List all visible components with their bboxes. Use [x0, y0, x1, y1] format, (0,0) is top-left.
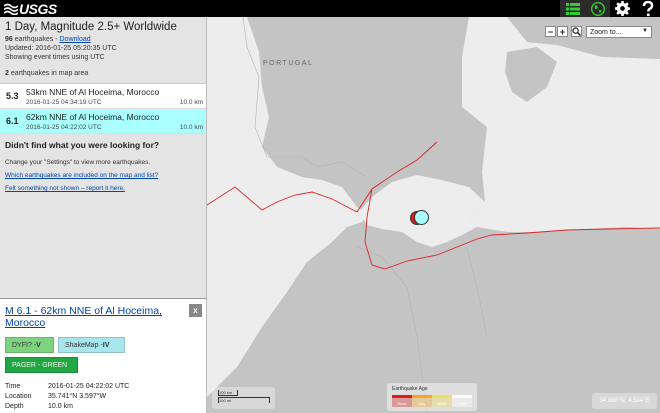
- pager-badge[interactable]: PAGER - GREEN: [5, 357, 78, 373]
- map-area-count-suffix: earthquakes in map area: [8, 70, 89, 77]
- earthquake-age-legend: Earthquake Age Hour Day Week Older: [387, 383, 477, 411]
- list-view-button[interactable]: [560, 0, 585, 17]
- settings-note: Change your "Settings" to view more eart…: [5, 159, 151, 166]
- dyfi-label: DYFI? -: [12, 341, 37, 349]
- scale-km: 100 km: [218, 390, 238, 396]
- event-time: 2016-01-25 04:34:19 UTC: [26, 99, 102, 106]
- dyfi-badge[interactable]: DYFI? - V: [5, 337, 54, 353]
- cursor-coordinates: 34.888°N, 4.504°E: [592, 393, 657, 409]
- feed-title: 1 Day, Magnitude 2.5+ Worldwide: [5, 21, 177, 33]
- report-felt-link[interactable]: Felt something not shown – report it her…: [5, 185, 201, 192]
- usgs-logo[interactable]: USGS: [4, 0, 57, 17]
- top-bar: USGS: [0, 0, 660, 17]
- magnitude: 5.3: [6, 91, 19, 101]
- legend-hour: Hour: [392, 395, 412, 407]
- earthquake-list: 5.3 53km NNE of Al Hoceima, Morocco 2016…: [0, 83, 206, 134]
- zoom-search-button[interactable]: [571, 26, 582, 37]
- detail-location-row: Location 35.741°N 3.597°W: [5, 393, 106, 400]
- country-label: PORTUGAL: [263, 60, 314, 67]
- help-icon: [642, 0, 653, 16]
- basemap: [207, 17, 660, 413]
- feed-meta: 96 earthquakes - Download Updated: 2016-…: [5, 35, 201, 62]
- earthquake-count: 96: [5, 36, 13, 43]
- zoom-in-button[interactable]: +: [557, 26, 568, 37]
- legend-week: Week: [432, 395, 452, 407]
- help-button[interactable]: [635, 0, 660, 17]
- earthquake-list-panel: 1 Day, Magnitude 2.5+ Worldwide 96 earth…: [0, 17, 207, 298]
- pager-label: PAGER - GREEN: [12, 361, 68, 369]
- detail-title-link[interactable]: M 6.1 - 62km NNE of Al Hoceima, Morocco: [5, 305, 180, 329]
- usgs-waves-icon: [4, 3, 18, 15]
- location-key: Location: [5, 393, 32, 400]
- chevron-down-icon: ▼: [642, 28, 648, 34]
- zoom-out-button[interactable]: −: [545, 26, 556, 37]
- dyfi-value: V: [36, 341, 41, 349]
- event-time: 2016-01-25 04:22:02 UTC: [26, 124, 102, 131]
- shakemap-badge[interactable]: ShakeMap - IV: [58, 337, 125, 353]
- scale-bar: 100 km 100 mi: [212, 387, 275, 409]
- search-icon: [572, 27, 581, 36]
- globe-icon: [590, 1, 605, 16]
- download-link[interactable]: Download: [60, 36, 91, 43]
- zoom-to-value: Zoom to...: [590, 28, 622, 36]
- scale-mi: 100 mi: [218, 397, 270, 403]
- place: 62km NNE of Al Hoceima, Morocco: [26, 112, 160, 122]
- legend-title: Earthquake Age: [392, 386, 428, 392]
- map-area-count: 2 earthquakes in map area: [5, 70, 201, 77]
- list-icon: [565, 2, 580, 15]
- time-value: 2016-01-25 04:22:02 UTC: [48, 383, 130, 390]
- shakemap-label: ShakeMap -: [65, 341, 103, 349]
- depth-key: Depth: [5, 403, 24, 410]
- depth-value: 10.0 km: [48, 403, 73, 410]
- gear-icon: [615, 1, 630, 16]
- included-earthquakes-link[interactable]: Which earthquakes are included on the ma…: [5, 172, 201, 179]
- event-depth: 10.0 km: [179, 124, 203, 131]
- close-button[interactable]: x: [189, 304, 202, 317]
- place: 53km NNE of Al Hoceima, Morocco: [26, 87, 160, 97]
- earthquake-marker-selected[interactable]: [414, 210, 429, 225]
- logo-text: USGS: [19, 0, 57, 17]
- legend-day: Day: [412, 395, 432, 407]
- zoom-to-select[interactable]: Zoom to... ▼: [586, 26, 652, 38]
- time-key: Time: [5, 383, 21, 390]
- shakemap-value: IV: [102, 341, 110, 349]
- earthquake-detail-panel: M 6.1 - 62km NNE of Al Hoceima, Morocco …: [0, 298, 207, 413]
- settings-button[interactable]: [610, 0, 635, 17]
- updated-time: Updated: 2016-01-25 05:20:35 UTC: [5, 45, 117, 52]
- help-section: Didn't find what you were looking for? C…: [0, 134, 206, 192]
- map-view[interactable]: PORTUGAL − + Zoom to... ▼ 100 km 100 mi …: [207, 17, 660, 413]
- earthquake-list-item[interactable]: 5.3 53km NNE of Al Hoceima, Morocco 2016…: [0, 84, 206, 109]
- map-view-button[interactable]: [585, 0, 610, 17]
- help-heading: Didn't find what you were looking for?: [5, 140, 160, 150]
- detail-depth-row: Depth 10.0 km: [5, 403, 73, 410]
- event-depth: 10.0 km: [179, 99, 203, 106]
- earthquake-list-item-selected[interactable]: 6.1 62km NNE of Al Hoceima, Morocco 2016…: [0, 109, 206, 134]
- legend-older: Older: [452, 395, 472, 407]
- detail-time-row: Time 2016-01-25 04:22:02 UTC: [5, 383, 129, 390]
- location-value: 35.741°N 3.597°W: [48, 393, 107, 400]
- earthquake-count-suffix: earthquakes -: [12, 36, 60, 43]
- magnitude: 6.1: [6, 116, 19, 126]
- timezone-note: Showing event times using UTC: [5, 54, 105, 61]
